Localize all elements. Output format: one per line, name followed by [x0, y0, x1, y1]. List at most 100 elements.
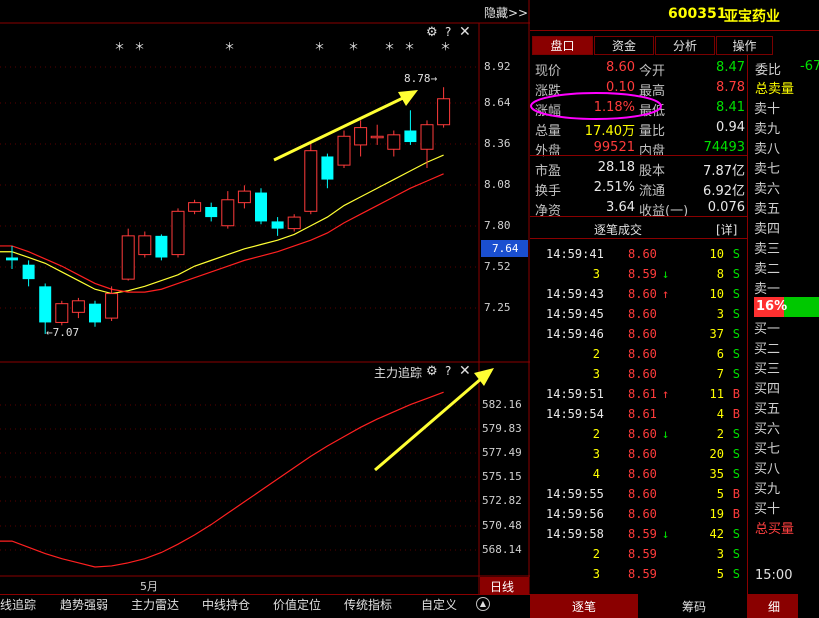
buy-level[interactable]: 买三 — [754, 358, 819, 378]
kline-chart[interactable] — [0, 0, 530, 594]
buy-level[interactable]: 买八 — [754, 458, 819, 478]
quote-value: 28.18 — [597, 160, 635, 175]
ticks-separator — [530, 238, 747, 239]
tick-time: 14:59:58 — [546, 527, 604, 541]
buy-level[interactable]: 买二 — [754, 338, 819, 358]
bottom-tab-6[interactable]: 自定义 — [421, 596, 457, 614]
bottom-tab-3[interactable]: 中线持仓 — [202, 596, 250, 614]
buy-level[interactable]: 买七 — [754, 438, 819, 458]
indicator-gear-icon[interactable]: ⚙ — [426, 364, 438, 379]
candle-body — [39, 286, 52, 323]
tick-price: 8.60 — [628, 327, 657, 341]
ticks-detail-button[interactable]: [详] — [716, 221, 737, 238]
buy-level[interactable]: 买十 — [754, 498, 819, 518]
candle-body — [22, 264, 35, 280]
buy-level[interactable]: 买五 — [754, 398, 819, 418]
sell-level[interactable]: 卖五 — [754, 198, 819, 218]
sell-level[interactable]: 卖九 — [754, 118, 819, 138]
tick-side: S — [732, 367, 740, 381]
tick-count: 2 — [592, 347, 600, 361]
price-axis-label: 8.92 — [484, 60, 511, 73]
candle-body — [287, 216, 301, 230]
tick-volume: 37 — [709, 327, 724, 341]
tick-volume: 2 — [716, 427, 724, 441]
buy-level[interactable]: 买六 — [754, 418, 819, 438]
sell-level[interactable]: 卖六 — [754, 178, 819, 198]
tick-count: 3 — [592, 367, 600, 381]
sell-level[interactable]: 卖四 — [754, 218, 819, 238]
bottom-tab-0[interactable]: 线追踪 — [0, 596, 36, 614]
indicator-line — [0, 391, 444, 568]
book-time: 15:00 — [755, 568, 793, 583]
sell-level[interactable]: 卖三 — [754, 238, 819, 258]
tick-side: B — [732, 387, 740, 401]
bottom-tab-4[interactable]: 价值定位 — [273, 596, 321, 614]
tab-pankou[interactable]: 盘口 — [532, 36, 593, 55]
hide-toggle[interactable]: 隐藏>> — [484, 4, 528, 21]
sell-level[interactable]: 卖八 — [754, 138, 819, 158]
sell-level[interactable]: 卖十 — [754, 98, 819, 118]
tick-arrow-icon: ↓ — [662, 527, 670, 541]
tab-caozuo[interactable]: 操作 — [716, 36, 773, 55]
bottom-tab-2[interactable]: 主力雷达 — [131, 596, 179, 614]
tick-side: S — [732, 267, 740, 281]
candle-body — [221, 199, 235, 227]
sell-level[interactable]: 卖二 — [754, 258, 819, 278]
quote-value: 8.41 — [716, 100, 745, 115]
indicator-close-icon[interactable]: ✕ — [459, 363, 471, 379]
chart-area[interactable]: ＊＊＊＊＊＊＊＊ ⚙ ? ✕ 隐藏>> 8.92 8.64 8.36 8.08 7.80… — [0, 0, 530, 594]
tick-price: 8.61 — [628, 407, 657, 421]
tick-row: 14:59:46 8.60 37 S — [536, 324, 742, 344]
tick-side: S — [732, 247, 740, 261]
indicator-title[interactable]: 主力追踪 — [374, 364, 422, 381]
quote-value: 7.87亿 — [703, 164, 745, 179]
candle-body — [404, 130, 417, 143]
quote-value: 74493 — [703, 140, 745, 155]
buy-level[interactable]: 买一 — [754, 318, 819, 338]
candle-body — [321, 156, 334, 180]
tick-price: 8.60 — [628, 487, 657, 501]
candle-body — [255, 192, 267, 222]
quote-separator — [530, 155, 747, 156]
ticks-title: 逐笔成交 — [594, 223, 643, 237]
tick-side: S — [732, 567, 740, 581]
tick-volume: 7 — [716, 367, 724, 381]
candle-body — [304, 150, 318, 212]
scroll-up-icon[interactable]: ▲ — [476, 597, 490, 611]
candle-body — [387, 134, 401, 150]
help-icon[interactable]: ? — [445, 25, 451, 39]
candle-body — [205, 206, 218, 218]
quote-value: 99521 — [593, 140, 635, 155]
quote-value: 8.60 — [606, 60, 635, 75]
tick-volume: 10 — [709, 247, 724, 261]
quote-value: 2.51% — [593, 180, 635, 195]
tab-xi-label: 细 — [768, 600, 781, 614]
tab-chouma-label[interactable]: 筹码 — [682, 598, 706, 615]
quote-value: 8.78 — [716, 80, 745, 95]
buy-level[interactable]: 买四 — [754, 378, 819, 398]
tick-price: 8.60 — [628, 367, 657, 381]
sell-level[interactable]: 卖一 — [754, 278, 819, 298]
gear-icon[interactable]: ⚙ — [426, 25, 438, 40]
indicator-axis-label: 575.15 — [482, 470, 522, 483]
bottom-tab-5[interactable]: 传统指标 — [344, 596, 392, 614]
tick-price: 8.60 — [628, 427, 657, 441]
tab-zijin[interactable]: 资金 — [594, 36, 654, 55]
quote-value: 0.076 — [707, 200, 745, 215]
bottom-tab-1[interactable]: 趋势强弱 — [60, 596, 108, 614]
tick-side: S — [732, 467, 740, 481]
buy-level[interactable]: 买九 — [754, 478, 819, 498]
tick-row: 2 8.60 6 S — [536, 344, 742, 364]
close-icon[interactable]: ✕ — [459, 24, 471, 40]
tick-price: 8.60 — [628, 347, 657, 361]
tick-side: S — [732, 307, 740, 321]
price-axis-label: 8.64 — [484, 96, 511, 109]
tick-price: 8.59 — [628, 547, 657, 561]
tick-price: 8.59 — [628, 267, 657, 281]
indicator-help-icon[interactable]: ? — [445, 364, 451, 378]
tick-row: 4 8.60 35 S — [536, 464, 742, 484]
tab-fenxi[interactable]: 分析 — [655, 36, 715, 55]
sell-level[interactable]: 卖七 — [754, 158, 819, 178]
candle-body — [71, 300, 85, 313]
candle-body — [138, 235, 152, 256]
